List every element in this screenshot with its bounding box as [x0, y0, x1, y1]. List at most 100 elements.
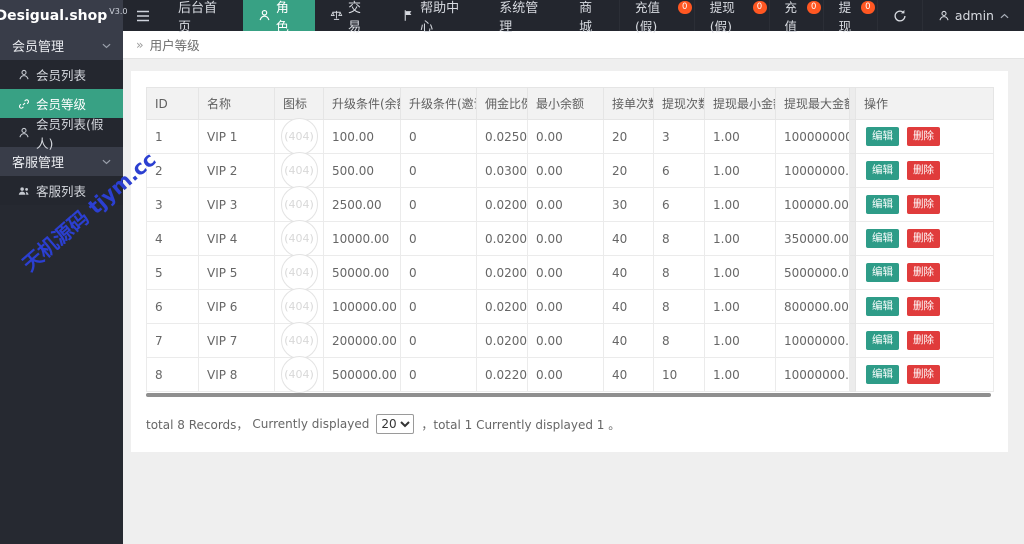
top-nav-item[interactable]: 交易: [315, 0, 387, 35]
delete-button[interactable]: 删除: [907, 127, 940, 146]
pagination-total-label: total 8 Records，: [146, 417, 249, 432]
cell-icon: (404): [274, 254, 324, 291]
sidebar-item[interactable]: 会员列表(假人): [0, 117, 123, 151]
cell-value: 0.0200: [476, 323, 528, 358]
edit-button[interactable]: 编辑: [866, 263, 899, 282]
cell-name: VIP 8: [198, 357, 275, 392]
broken-image-icon: (404): [280, 186, 318, 223]
cell-name: VIP 7: [198, 323, 275, 358]
cell-value: 8: [653, 289, 705, 324]
cell-value: 1.00: [704, 221, 776, 256]
delete-button[interactable]: 删除: [907, 263, 940, 282]
sidebar-item-label: 会员列表(假人): [36, 116, 104, 151]
cell-value: 0.00: [527, 323, 604, 358]
admin-menu[interactable]: admin: [921, 0, 1024, 31]
cell-value: 8: [653, 255, 705, 290]
cell-name: VIP 5: [198, 255, 275, 290]
notification-label: 充值: [784, 0, 798, 34]
cell-value: 10000000.00: [775, 153, 850, 188]
cell-name: VIP 4: [198, 221, 275, 256]
column-header: 提现最大金额: [775, 87, 850, 120]
column-header: ID: [146, 87, 199, 120]
refresh-icon[interactable]: [876, 0, 922, 31]
top-bar: Desigual.shop V3.0 后台首页 角色 交易 帮助中心 系统管理 商城 充值…: [0, 0, 1024, 35]
cell-value: 0.0200: [476, 255, 528, 290]
delete-button[interactable]: 删除: [907, 365, 940, 384]
pagination-displayed-label: Currently displayed: [252, 417, 370, 431]
edit-button[interactable]: 编辑: [866, 331, 899, 350]
column-header: 升级条件(余额): [323, 87, 401, 120]
cell-value: 20: [603, 153, 654, 188]
delete-button[interactable]: 删除: [907, 297, 940, 316]
top-nav-item[interactable]: 商城: [564, 0, 619, 35]
edit-button[interactable]: 编辑: [866, 161, 899, 180]
notification-item[interactable]: 提现(假) 0: [693, 0, 769, 34]
delete-button[interactable]: 删除: [907, 195, 940, 214]
cell-value: 40: [603, 255, 654, 290]
delete-button[interactable]: 删除: [907, 331, 940, 350]
cell-value: 0: [400, 153, 477, 188]
cell-value: 2500.00: [323, 187, 401, 222]
column-header: 升级条件(邀请): [400, 87, 477, 120]
pagination-bar: total 8 Records， Currently displayed 20 …: [146, 414, 993, 434]
breadcrumb-separator-icon: »: [136, 37, 144, 52]
edit-button[interactable]: 编辑: [866, 195, 899, 214]
person-icon: [938, 10, 950, 22]
column-header: 图标: [274, 87, 324, 120]
notification-item[interactable]: 充值 0: [768, 0, 823, 34]
table-row: 7 VIP 7 (404) 200000.00 0 0.0200 0.00 40 8 1.00 10…: [146, 322, 994, 359]
app-name: Desigual.shop: [0, 7, 108, 24]
table-row: 1 VIP 1 (404) 100.00 0 0.0250 0.00 20 3 1.00 10000…: [146, 118, 994, 155]
top-nav-item-label: 角色: [275, 0, 289, 35]
cell-value: 0.00: [527, 119, 604, 154]
broken-image-icon: (404): [280, 118, 318, 155]
person-icon: [18, 69, 30, 81]
cell-value: 10000.00: [323, 221, 401, 256]
edit-button[interactable]: 编辑: [866, 365, 899, 384]
delete-button[interactable]: 删除: [907, 229, 940, 248]
horizontal-scrollbar[interactable]: [146, 393, 991, 397]
top-nav-item[interactable]: 角色: [242, 0, 315, 35]
person-icon: [258, 9, 271, 22]
cell-actions: 编辑 删除: [855, 255, 994, 290]
cell-value: 10: [653, 357, 705, 392]
chevron-down-icon: [102, 159, 111, 165]
chevron-up-icon: [1000, 13, 1009, 19]
hamburger-icon[interactable]: [123, 0, 163, 31]
breadcrumb: » 用户等级: [123, 31, 1024, 59]
notification-item[interactable]: 提现 0: [822, 0, 877, 34]
table-row: 4 VIP 4 (404) 10000.00 0 0.0200 0.00 40 8 1.00 350…: [146, 220, 994, 257]
cell-icon: (404): [274, 322, 324, 359]
cell-value: 10000000.00: [775, 357, 850, 392]
top-nav-item[interactable]: 后台首页: [163, 0, 243, 35]
edit-button[interactable]: 编辑: [866, 297, 899, 316]
sidebar-item[interactable]: 会员列表: [0, 60, 123, 89]
top-nav: 后台首页 角色 交易 帮助中心 系统管理 商城: [163, 0, 619, 35]
cell-actions: 编辑 删除: [855, 187, 994, 222]
cell-value: 0.00: [527, 255, 604, 290]
cell-value: 1.00: [704, 187, 776, 222]
top-nav-item[interactable]: 系统管理: [484, 0, 564, 35]
top-nav-item[interactable]: 帮助中心: [387, 0, 484, 35]
cell-value: 100000.00: [775, 187, 850, 222]
cell-name: VIP 2: [198, 153, 275, 188]
cell-actions: 编辑 删除: [855, 119, 994, 154]
sidebar-group-header[interactable]: 会员管理: [0, 31, 123, 60]
cell-value: 1.00: [704, 323, 776, 358]
edit-button[interactable]: 编辑: [866, 127, 899, 146]
cell-icon: (404): [274, 356, 324, 393]
delete-button[interactable]: 删除: [907, 161, 940, 180]
sidebar-item[interactable]: 客服列表: [0, 176, 123, 205]
column-header: 最小余额: [527, 87, 604, 120]
broken-image-icon: (404): [280, 220, 318, 257]
cell-value: 10000000.00: [775, 323, 850, 358]
notification-item[interactable]: 充值(假) 0: [619, 0, 694, 34]
cell-value: 500.00: [323, 153, 401, 188]
column-header: 提现最小金额: [704, 87, 776, 120]
app-logo[interactable]: Desigual.shop V3.0: [0, 0, 127, 31]
page-size-select[interactable]: 20: [376, 414, 415, 434]
edit-button[interactable]: 编辑: [866, 229, 899, 248]
column-header: 名称: [198, 87, 275, 120]
cell-value: 0.00: [527, 187, 604, 222]
cell-id: 2: [146, 153, 199, 188]
